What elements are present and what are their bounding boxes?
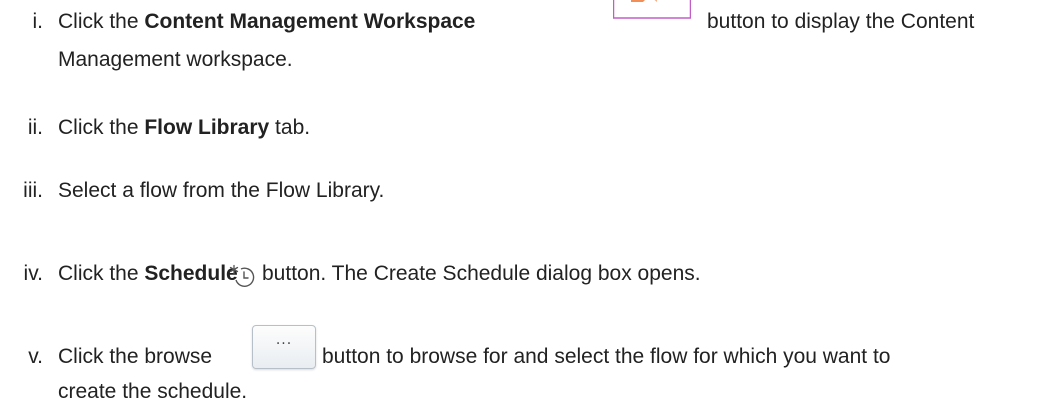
schedule-clock-icon[interactable] [228,264,256,290]
step-4-number: iv. [23,262,43,285]
step-5-pre: Click the browse [58,345,213,368]
step-1-bold: Content Management Workspace [144,10,476,33]
step-2-post: tab. [269,116,311,139]
browse-button[interactable]: ··· [252,325,316,369]
step-5-line2-text: create the schedule. [58,380,248,403]
step-1-number: i. [32,10,44,33]
content-management-workspace-icon[interactable] [612,0,692,20]
step-4-post: button. The Create Schedule dialog box o… [262,262,701,285]
step-2-text: Click the Flow Library tab. [58,114,310,142]
step-2-bold: Flow Library [144,116,270,139]
step-1-line2-text: Management workspace. [58,48,293,71]
step-1-text: Click the Content Management Workspace [58,8,475,36]
step-5-number: v. [28,345,43,368]
step-1-post: button to display the Content [707,10,975,33]
step-2-pre: Click the [58,116,145,139]
step-5-post: button to browse for and select the flow… [322,345,891,368]
ellipsis-icon: ··· [275,336,293,352]
step-4-pre: Click the [58,262,145,285]
step-1-pre: Click the [58,10,145,33]
step-3-text: Select a flow from the Flow Library. [58,179,385,202]
step-2-number: ii. [27,116,43,139]
step-3-number: iii. [23,179,43,202]
step-4-text: Click the Schedule [58,260,238,288]
step-4-bold: Schedule [144,262,238,285]
